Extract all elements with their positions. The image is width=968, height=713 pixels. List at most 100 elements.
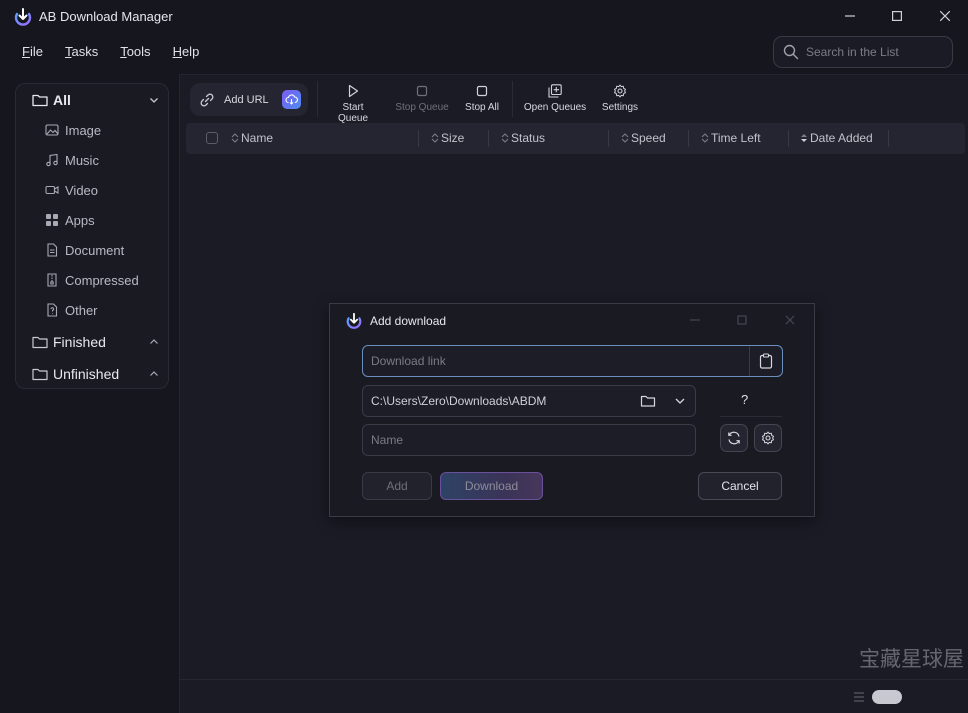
help-button[interactable]: ? (741, 392, 748, 407)
file-name-placeholder: Name (371, 433, 404, 447)
close-icon (940, 11, 950, 21)
chevron-up-icon[interactable] (149, 337, 159, 347)
open-queues-label: Open Queues (523, 102, 587, 113)
add-button[interactable]: Add (362, 472, 432, 500)
download-link-input[interactable]: Download link (362, 345, 783, 377)
folder-icon (32, 368, 48, 381)
cancel-button[interactable]: Cancel (698, 472, 782, 500)
add-url-label: Add URL (224, 94, 269, 106)
menu-tasks[interactable]: Tasks (54, 44, 109, 62)
column-label: Time Left (711, 131, 761, 145)
start-queue-button[interactable]: Start Queue (327, 83, 379, 124)
status-bar-divider (179, 679, 968, 680)
document-icon (47, 243, 58, 257)
column-speed[interactable]: Speed (621, 131, 666, 145)
refresh-button[interactable] (720, 424, 748, 452)
category-unfinished[interactable]: Unfinished (32, 364, 119, 384)
start-queue-label: Start Queue (337, 102, 369, 124)
column-label: Name (241, 131, 274, 145)
column-divider (608, 130, 609, 147)
dialog-title: Add download (370, 314, 447, 328)
download-table-header: Name Size Status Speed Time Left Date Ad… (186, 123, 965, 154)
category-all[interactable]: All (32, 90, 71, 110)
column-size[interactable]: Size (431, 131, 464, 145)
download-button[interactable]: Download (440, 472, 543, 500)
menu-help[interactable]: Help (162, 44, 211, 62)
search-icon (783, 44, 799, 60)
sidebar-item-compressed[interactable]: Compressed (45, 271, 139, 289)
sort-desc-icon (801, 134, 807, 142)
close-button[interactable] (925, 4, 965, 28)
close-icon[interactable] (783, 313, 797, 327)
column-status[interactable]: Status (501, 131, 545, 145)
sidebar-item-music[interactable]: Music (45, 151, 99, 169)
refresh-icon (728, 431, 740, 445)
queue-add-icon (548, 84, 562, 98)
sidebar-item-image[interactable]: Image (45, 121, 101, 139)
save-location-field[interactable]: C:\Users\Zero\Downloads\ABDM (362, 385, 696, 417)
stop-queue-button[interactable]: Stop Queue (395, 83, 449, 117)
sidebar-item-other[interactable]: Other (45, 301, 98, 319)
maximize-button[interactable] (877, 4, 917, 28)
sidebar-item-label: Compressed (65, 272, 139, 288)
sidebar-item-label: Music (65, 152, 99, 168)
sidebar-item-label: Document (65, 242, 125, 258)
stop-icon (476, 85, 488, 97)
sidebar-item-apps[interactable]: Apps (45, 211, 95, 229)
save-location-value: C:\Users\Zero\Downloads\ABDM (371, 394, 547, 408)
folder-icon[interactable] (640, 393, 656, 409)
sidebar-item-label: Image (65, 122, 102, 138)
app-title: AB Download Manager (39, 9, 173, 24)
column-name[interactable]: Name (231, 131, 273, 145)
cloud-download-icon (285, 94, 298, 105)
chevron-up-icon[interactable] (149, 369, 159, 379)
download-link-placeholder: Download link (371, 354, 446, 368)
folder-icon (32, 336, 48, 349)
download-settings-button[interactable] (754, 424, 782, 452)
menu-file[interactable]: File (12, 44, 54, 62)
sidebar-item-label: Apps (65, 212, 95, 228)
search-input[interactable]: Search in the List (773, 36, 953, 68)
gear-icon (762, 431, 774, 445)
folder-icon (32, 94, 48, 107)
apps-icon (46, 214, 58, 226)
sidebar-item-video[interactable]: Video (45, 181, 98, 199)
play-icon (348, 84, 359, 98)
minimize-button[interactable] (830, 4, 870, 28)
chevron-down-icon[interactable] (149, 95, 159, 105)
title-bar: AB Download Manager (0, 0, 968, 34)
file-name-input[interactable]: Name (362, 424, 696, 456)
status-toggle[interactable] (872, 690, 902, 704)
select-all-checkbox[interactable] (206, 132, 218, 144)
chevron-down-icon[interactable] (674, 395, 686, 407)
app-logo-icon (14, 8, 32, 26)
stop-all-button[interactable]: Stop All (464, 83, 500, 117)
archive-icon (47, 273, 57, 287)
add-download-dialog: Add download Download link C:\Users\Zero… (329, 303, 815, 517)
minimize-icon[interactable] (688, 313, 702, 327)
sidebar-item-label: Video (65, 182, 99, 198)
column-date-added[interactable]: Date Added (800, 131, 873, 145)
link-icon (200, 93, 214, 107)
sidebar-item-document[interactable]: Document (45, 241, 124, 259)
music-icon (46, 153, 58, 167)
menu-tools[interactable]: Tools (109, 44, 161, 62)
add-url-button[interactable]: Add URL (190, 83, 308, 116)
column-label: Speed (631, 131, 666, 145)
column-label: Status (511, 131, 546, 145)
column-divider (788, 130, 789, 147)
video-icon (45, 185, 59, 195)
watermark-text: 宝藏星球屋 (859, 647, 964, 671)
open-queues-button[interactable]: Open Queues (523, 83, 587, 117)
clipboard-icon[interactable] (758, 353, 774, 369)
list-icon[interactable] (853, 691, 865, 703)
maximize-icon[interactable] (735, 313, 749, 327)
settings-button[interactable]: Settings (600, 83, 640, 117)
column-time-left[interactable]: Time Left (701, 131, 761, 145)
settings-label: Settings (601, 102, 639, 113)
stop-icon (416, 85, 428, 97)
maximize-icon (892, 11, 902, 21)
batch-download-button[interactable] (282, 90, 301, 109)
category-finished[interactable]: Finished (32, 332, 106, 352)
sort-icon (621, 133, 629, 143)
